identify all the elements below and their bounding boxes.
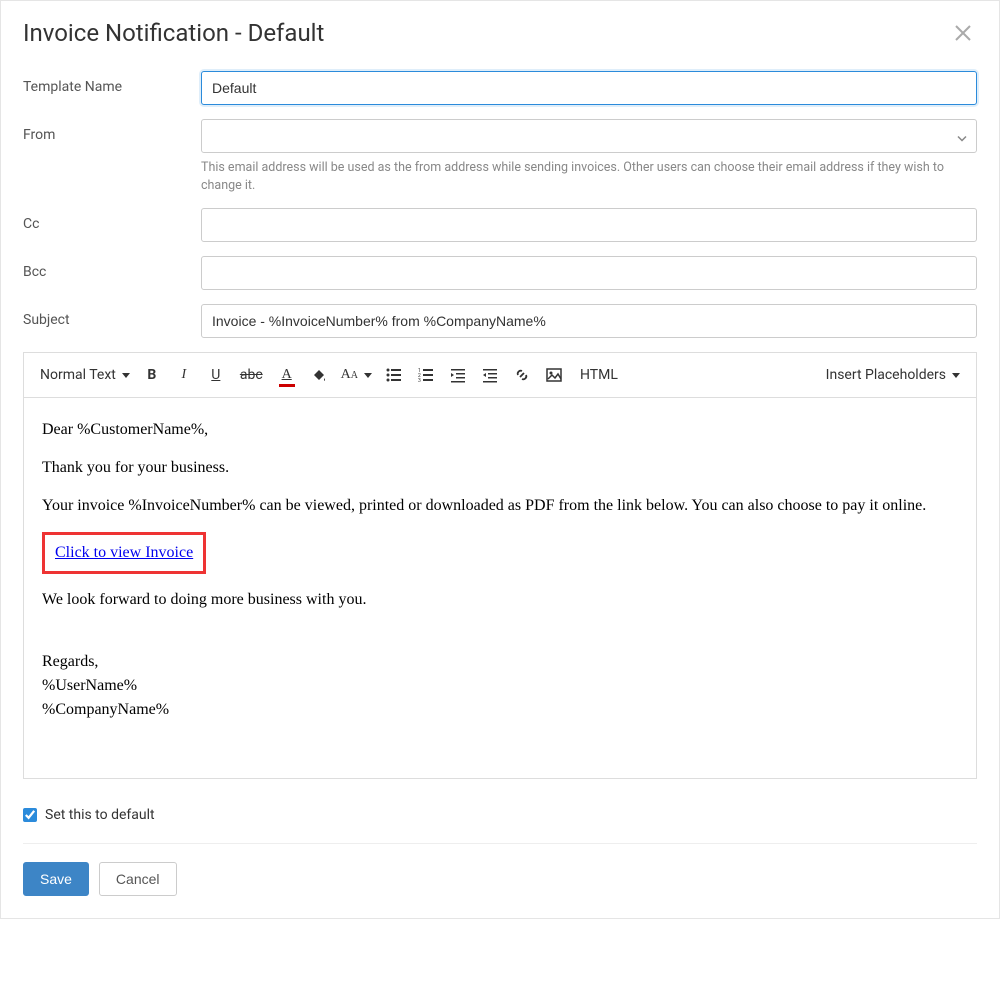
font-size-dropdown[interactable]: AA bbox=[337, 367, 376, 383]
cc-input[interactable] bbox=[201, 208, 977, 242]
bcc-label: Bcc bbox=[23, 256, 201, 280]
indent-icon bbox=[450, 367, 466, 383]
cc-label: Cc bbox=[23, 208, 201, 232]
body-regards: Regards, bbox=[42, 650, 958, 674]
set-default-checkbox[interactable] bbox=[23, 808, 37, 822]
modal-title: Invoice Notification - Default bbox=[23, 19, 324, 47]
template-name-row: Template Name bbox=[23, 71, 977, 105]
italic-button[interactable]: I bbox=[170, 361, 198, 389]
view-invoice-link[interactable]: Click to view Invoice bbox=[55, 544, 193, 561]
font-color-indicator-icon bbox=[279, 384, 295, 387]
body-invoice-info: Your invoice %InvoiceNumber% can be view… bbox=[42, 494, 958, 518]
caret-down-icon bbox=[364, 373, 372, 378]
subject-input[interactable] bbox=[201, 304, 977, 338]
close-icon bbox=[953, 23, 973, 43]
unordered-list-button[interactable] bbox=[380, 361, 408, 389]
rich-text-editor: Normal Text B I U abc A AA bbox=[23, 352, 977, 779]
format-dropdown[interactable]: Normal Text bbox=[36, 367, 134, 383]
bcc-input[interactable] bbox=[201, 256, 977, 290]
from-row: From This email address will be used as … bbox=[23, 119, 977, 194]
template-name-input[interactable] bbox=[201, 71, 977, 105]
caret-down-icon bbox=[952, 373, 960, 378]
save-button[interactable]: Save bbox=[23, 862, 89, 896]
bold-button[interactable]: B bbox=[138, 361, 166, 389]
template-name-label: Template Name bbox=[23, 71, 201, 95]
from-label: From bbox=[23, 119, 201, 143]
from-help-text: This email address will be used as the f… bbox=[201, 159, 977, 194]
body-thanks: Thank you for your business. bbox=[42, 456, 958, 480]
footer-divider bbox=[23, 843, 977, 844]
invoice-link-highlight: Click to view Invoice bbox=[42, 532, 206, 574]
default-checkbox-row: Set this to default bbox=[23, 807, 977, 823]
paint-bucket-icon bbox=[311, 367, 327, 383]
caret-down-icon bbox=[122, 373, 130, 378]
cancel-button[interactable]: Cancel bbox=[99, 862, 177, 896]
close-button[interactable] bbox=[949, 19, 977, 47]
outdent-button[interactable] bbox=[476, 361, 504, 389]
editor-content[interactable]: Dear %CustomerName%, Thank you for your … bbox=[24, 398, 976, 778]
from-select[interactable] bbox=[201, 119, 977, 153]
bcc-row: Bcc bbox=[23, 256, 977, 290]
insert-placeholders-dropdown[interactable]: Insert Placeholders bbox=[822, 367, 964, 383]
list-bullet-icon bbox=[386, 367, 402, 383]
link-icon bbox=[514, 367, 530, 383]
outdent-icon bbox=[482, 367, 498, 383]
list-number-icon: 123 bbox=[418, 367, 434, 383]
html-button[interactable]: HTML bbox=[572, 361, 626, 389]
ordered-list-button[interactable]: 123 bbox=[412, 361, 440, 389]
strikethrough-button[interactable]: abc bbox=[234, 361, 269, 389]
subject-label: Subject bbox=[23, 304, 201, 328]
background-color-button[interactable] bbox=[305, 361, 333, 389]
link-button[interactable] bbox=[508, 361, 536, 389]
image-icon bbox=[546, 367, 562, 383]
modal-dialog: Invoice Notification - Default Template … bbox=[0, 0, 1000, 919]
modal-body: Template Name From This email address wi… bbox=[1, 71, 999, 918]
body-company: %CompanyName% bbox=[42, 698, 958, 722]
body-closing: We look forward to doing more business w… bbox=[42, 588, 958, 612]
image-button[interactable] bbox=[540, 361, 568, 389]
subject-row: Subject bbox=[23, 304, 977, 338]
underline-button[interactable]: U bbox=[202, 361, 230, 389]
editor-toolbar: Normal Text B I U abc A AA bbox=[24, 353, 976, 398]
set-default-label: Set this to default bbox=[45, 807, 155, 823]
button-row: Save Cancel bbox=[23, 862, 977, 896]
body-username: %UserName% bbox=[42, 674, 958, 698]
svg-text:3: 3 bbox=[418, 378, 421, 383]
modal-header: Invoice Notification - Default bbox=[1, 1, 999, 71]
font-color-button[interactable]: A bbox=[273, 361, 301, 389]
body-greeting: Dear %CustomerName%, bbox=[42, 418, 958, 442]
cc-row: Cc bbox=[23, 208, 977, 242]
indent-button[interactable] bbox=[444, 361, 472, 389]
